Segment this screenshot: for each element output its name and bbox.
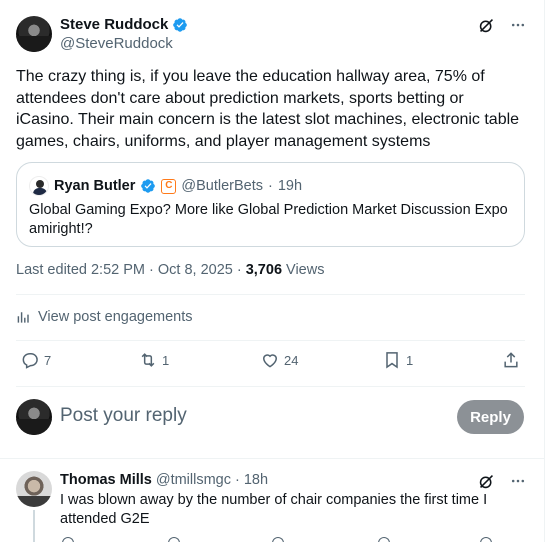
share-icon[interactable] bbox=[480, 537, 492, 542]
reply-input[interactable]: Post your reply bbox=[60, 405, 187, 427]
bookmark-count: 1 bbox=[406, 352, 414, 368]
commenter-name[interactable]: Thomas Mills bbox=[60, 472, 152, 488]
share-action[interactable] bbox=[501, 350, 521, 370]
divider bbox=[16, 386, 525, 387]
quote-author-name[interactable]: Ryan Butler bbox=[54, 178, 135, 194]
like-count: 24 bbox=[284, 352, 299, 368]
comment-action-bar bbox=[60, 537, 520, 542]
post-meta: Last edited 2:52 PM · Oct 8, 2025 · 3,70… bbox=[16, 262, 324, 278]
bookmark-action[interactable]: 1 bbox=[382, 350, 413, 370]
views-label: Views bbox=[286, 262, 325, 278]
divider bbox=[16, 294, 525, 295]
analytics-icon bbox=[17, 312, 29, 323]
divider bbox=[16, 340, 525, 341]
bookmark-icon bbox=[386, 352, 398, 369]
current-user-avatar[interactable] bbox=[16, 399, 52, 435]
like-action[interactable]: 24 bbox=[260, 350, 298, 370]
commenter-handle[interactable]: @tmillsmgc bbox=[156, 472, 231, 488]
grok-icon[interactable] bbox=[477, 16, 495, 34]
verified-badge-icon bbox=[173, 17, 188, 32]
divider bbox=[0, 458, 545, 459]
quote-header: Ryan Butler C @ButlerBets · 19h bbox=[29, 176, 302, 196]
repost-icon bbox=[141, 353, 155, 367]
comment-time[interactable]: 18h bbox=[244, 472, 268, 488]
edited-timestamp[interactable]: Last edited 2:52 PM · Oct 8, 2025 · bbox=[16, 262, 242, 278]
quote-text: Global Gaming Expo? More like Global Pre… bbox=[29, 202, 508, 237]
reply-icon[interactable] bbox=[62, 537, 74, 542]
verified-badge-icon bbox=[141, 179, 156, 193]
quote-avatar[interactable] bbox=[29, 176, 49, 196]
like-icon bbox=[262, 354, 278, 368]
quote-author-handle[interactable]: @ButlerBets bbox=[181, 178, 263, 194]
comment-top-actions bbox=[477, 472, 527, 490]
share-icon bbox=[504, 352, 518, 368]
comment-text: I was blown away by the number of chair … bbox=[60, 492, 488, 527]
post-top-actions bbox=[477, 16, 527, 34]
post-text: The crazy thing is, if you leave the edu… bbox=[16, 68, 520, 150]
reply-button[interactable]: Reply bbox=[457, 400, 524, 434]
affiliate-badge-icon[interactable]: C bbox=[161, 178, 177, 194]
reply-count: 7 bbox=[44, 352, 52, 368]
repost-action[interactable]: 1 bbox=[138, 350, 169, 370]
author-name-row[interactable]: Steve Ruddock bbox=[60, 16, 188, 33]
repost-icon[interactable] bbox=[168, 537, 180, 542]
like-icon[interactable] bbox=[272, 537, 284, 542]
quote-separator: · bbox=[268, 178, 273, 194]
author-handle[interactable]: @SteveRuddock bbox=[60, 35, 173, 52]
grok-icon[interactable] bbox=[477, 472, 495, 490]
quoted-post[interactable]: Ryan Butler C @ButlerBets · 19h Global G… bbox=[16, 162, 525, 247]
comment-separator: · bbox=[235, 472, 240, 488]
more-icon[interactable] bbox=[509, 472, 527, 490]
comment-header: Thomas Mills @tmillsmgc · 18h bbox=[60, 472, 268, 488]
more-icon[interactable] bbox=[509, 16, 527, 34]
commenter-avatar[interactable] bbox=[16, 471, 52, 507]
view-engagements-link[interactable]: View post engagements bbox=[16, 309, 193, 325]
thread-line bbox=[33, 510, 35, 542]
author-name[interactable]: Steve Ruddock bbox=[60, 16, 168, 33]
reply-icon bbox=[22, 353, 38, 369]
reply-action[interactable]: 7 bbox=[20, 350, 51, 370]
bookmark-icon[interactable] bbox=[378, 537, 390, 542]
views-count: 3,706 bbox=[245, 262, 283, 278]
engagements-label: View post engagements bbox=[38, 309, 193, 325]
action-bar: 7 1 24 1 bbox=[16, 350, 525, 376]
author-avatar[interactable] bbox=[16, 16, 52, 52]
quote-time[interactable]: 19h bbox=[278, 178, 302, 194]
repost-count: 1 bbox=[162, 352, 170, 368]
